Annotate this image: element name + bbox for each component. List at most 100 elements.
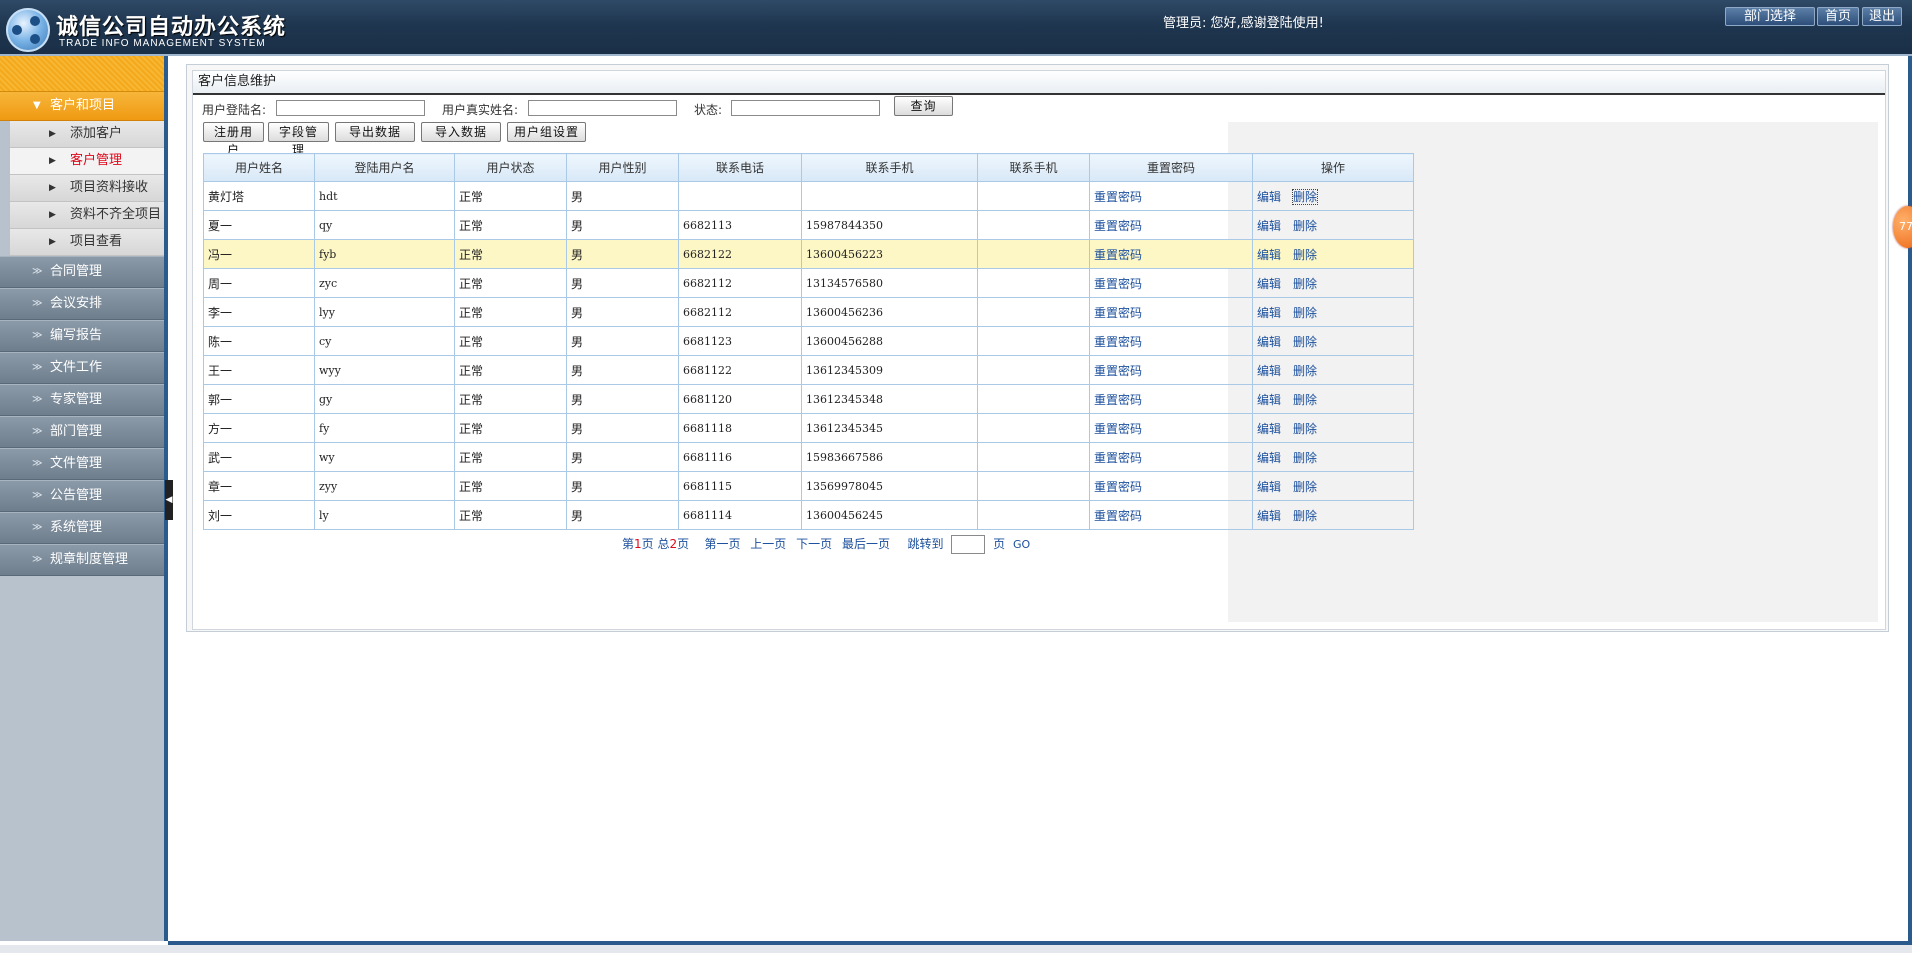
cell-gender: 男 [566,384,679,414]
sidebar-menu-departments[interactable]: ≫ 部门管理 [0,416,164,448]
reset-password-link[interactable]: 重置密码 [1094,306,1142,320]
login-name-label: 用户登陆名: [202,103,267,117]
edit-link[interactable]: 编辑 [1257,335,1281,349]
import-data-button[interactable]: 导入数据 [421,122,501,142]
cell-mobile: 13600456223 [801,239,978,269]
sidebar-banner [0,56,164,92]
reset-password-link[interactable]: 重置密码 [1094,393,1142,407]
delete-link[interactable]: 删除 [1293,422,1317,436]
sidebar-menu-file-work[interactable]: ≫ 文件工作 [0,352,164,384]
cell-phone: 6682112 [678,297,802,327]
edit-link[interactable]: 编辑 [1257,509,1281,523]
home-button[interactable]: 首页 [1817,7,1859,26]
edit-link[interactable]: 编辑 [1257,422,1281,436]
delete-link[interactable]: 删除 [1293,306,1317,320]
edit-link[interactable]: 编辑 [1257,393,1281,407]
delete-link[interactable]: 删除 [1293,219,1317,233]
sidebar-menu-files[interactable]: ≫ 文件管理 [0,448,164,480]
delete-link[interactable]: 删除 [1293,364,1317,378]
sidebar-menu-meetings[interactable]: ≫ 会议安排 [0,288,164,320]
export-data-button[interactable]: 导出数据 [335,122,415,142]
sidebar-menu-label: 编写报告 [50,328,103,343]
delete-link[interactable]: 删除 [1293,393,1317,407]
delete-link[interactable]: 删除 [1293,248,1317,262]
cell-mobile2 [977,413,1090,443]
cell-mobile: 13612345345 [801,413,978,443]
cell-name: 刘一 [203,500,315,530]
reset-password-link[interactable]: 重置密码 [1094,190,1142,204]
register-user-button[interactable]: 注册用户 [203,122,264,157]
edit-link[interactable]: 编辑 [1257,219,1281,233]
table-row: 武一 wy 正常男 6681116 15983667586 重置密码 编辑 删除 [203,442,1414,472]
sidebar-menu-announcements[interactable]: ≫ 公告管理 [0,480,164,512]
first-page-link[interactable]: 第一页 [704,537,740,551]
collapsed-arrow-icon: ≫ [32,554,43,565]
sidebar-menu-experts[interactable]: ≫ 专家管理 [0,384,164,416]
cell-reset: 重置密码 [1089,297,1253,327]
edit-link[interactable]: 编辑 [1257,277,1281,291]
sidebar-menu-reports[interactable]: ≫ 编写报告 [0,320,164,352]
edit-link[interactable]: 编辑 [1257,190,1281,204]
delete-link[interactable]: 删除 [1293,335,1317,349]
edit-link[interactable]: 编辑 [1257,480,1281,494]
reset-password-link[interactable]: 重置密码 [1094,364,1142,378]
sidebar-menu-regulations[interactable]: ≫ 规章制度管理 [0,544,164,576]
sidebar-item-project-receive[interactable]: ▶ 项目资料接收 [10,175,164,202]
dept-select-button[interactable]: 部门选择 [1725,7,1815,26]
cell-mobile: 13569978045 [801,471,978,501]
sidebar-collapse-handle[interactable]: ◀ [165,480,173,520]
login-name-input[interactable] [276,100,425,116]
edit-link[interactable]: 编辑 [1257,306,1281,320]
next-page-link[interactable]: 下一页 [796,537,832,551]
cell-login: lyy [314,297,455,327]
sidebar-item-customer-management[interactable]: ▶ 客户管理 [10,148,164,175]
sidebar-item-add-customer[interactable]: ▶ 添加客户 [10,121,164,148]
edit-link[interactable]: 编辑 [1257,451,1281,465]
sidebar-menu-contracts[interactable]: ≫ 合同管理 [0,256,164,288]
user-group-settings-button[interactable]: 用户组设置 [507,122,586,142]
collapsed-arrow-icon: ≫ [32,394,43,405]
reset-password-link[interactable]: 重置密码 [1094,451,1142,465]
total-prefix: 总 [657,537,670,551]
reset-password-link[interactable]: 重置密码 [1094,509,1142,523]
sidebar-menu-system[interactable]: ≫ 系统管理 [0,512,164,544]
reset-password-link[interactable]: 重置密码 [1094,422,1142,436]
prev-page-link[interactable]: 上一页 [750,537,786,551]
delete-link[interactable]: 删除 [1293,509,1317,523]
collapsed-arrow-icon: ≫ [32,426,43,437]
sidebar: ▼ 客户和项目 ▶ 添加客户 ▶ 客户管理 ▶ 项目资料接收 ▶ 资料不齐全项目… [0,56,168,941]
floating-badge-button[interactable]: 77 [1893,206,1912,248]
last-page-link[interactable]: 最后一页 [842,537,890,551]
edit-link[interactable]: 编辑 [1257,364,1281,378]
cell-status: 正常 [454,442,567,472]
cell-mobile: 15983667586 [801,442,978,472]
sidebar-menu-customer-project[interactable]: ▼ 客户和项目 [0,92,164,121]
sidebar-item-incomplete-projects[interactable]: ▶ 资料不齐全项目 [10,202,164,229]
cell-actions: 编辑 删除 [1252,500,1414,530]
cell-name: 郭一 [203,384,315,414]
reset-password-link[interactable]: 重置密码 [1094,219,1142,233]
exit-button[interactable]: 退出 [1862,7,1902,26]
delete-link[interactable]: 删除 [1293,277,1317,291]
status-input[interactable] [731,100,880,116]
cell-actions: 编辑 删除 [1252,442,1414,472]
reset-password-link[interactable]: 重置密码 [1094,277,1142,291]
jump-page-input[interactable] [951,535,986,554]
reset-password-link[interactable]: 重置密码 [1094,248,1142,262]
reset-password-link[interactable]: 重置密码 [1094,480,1142,494]
reset-password-link[interactable]: 重置密码 [1094,335,1142,349]
go-button[interactable]: GO [1013,538,1030,551]
field-management-button[interactable]: 字段管理 [268,122,329,157]
cell-login: zyc [314,268,455,298]
real-name-input[interactable] [528,100,677,116]
table-row: 刘一 ly 正常男 6681114 13600456245 重置密码 编辑 删除 [203,500,1414,530]
sidebar-item-project-view[interactable]: ▶ 项目查看 [10,229,164,256]
delete-link[interactable]: 删除 [1292,188,1319,205]
delete-link[interactable]: 删除 [1293,451,1317,465]
query-button[interactable]: 查询 [894,96,953,116]
column-header: 用户状态 [454,153,567,182]
delete-link[interactable]: 删除 [1293,480,1317,494]
edit-link[interactable]: 编辑 [1257,248,1281,262]
cell-name: 冯一 [203,239,315,269]
cell-actions: 编辑 删除 [1252,297,1414,327]
